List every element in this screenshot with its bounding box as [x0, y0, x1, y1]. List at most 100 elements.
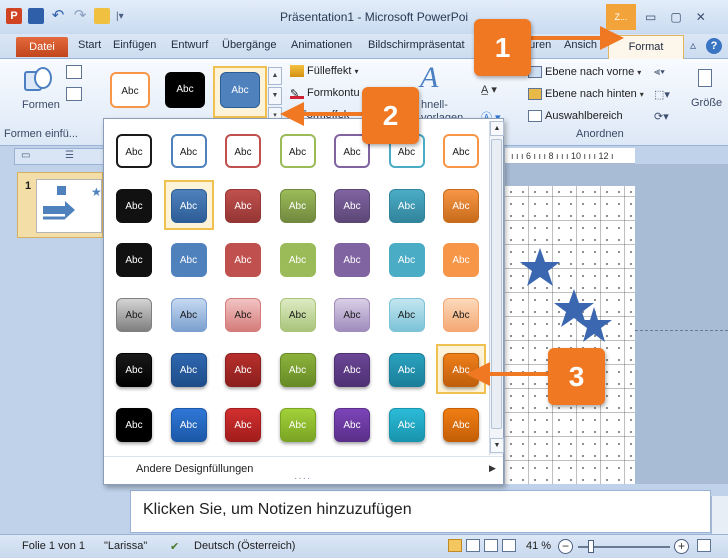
help-icon[interactable]: ?: [706, 38, 723, 54]
style-swatch-r4-c1[interactable]: Abc: [109, 289, 159, 339]
style-swatch-r2-c2[interactable]: Abc: [163, 179, 214, 230]
style-swatch-r1-c1[interactable]: Abc: [109, 125, 159, 175]
style-swatch-r3-c4[interactable]: Abc: [273, 234, 323, 284]
style-swatch-r2-c7[interactable]: Abc: [436, 180, 486, 230]
style-swatch-r4-c7[interactable]: Abc: [436, 289, 486, 339]
ribbon-minimize-icon[interactable]: ▵: [690, 38, 696, 54]
resize-grip-icon[interactable]: ····: [294, 473, 311, 484]
style-swatch-r4-c4[interactable]: Abc: [273, 289, 323, 339]
minimize-icon[interactable]: ▭: [645, 10, 656, 24]
wordart-icon[interactable]: A: [420, 61, 438, 95]
group-icon[interactable]: ⬚▾: [654, 88, 670, 101]
align-icon[interactable]: ⫷▾: [654, 66, 665, 79]
style-swatch-r6-c3[interactable]: Abc: [218, 399, 268, 449]
style-swatch-r5-c1[interactable]: Abc: [109, 344, 159, 394]
style-swatch-r2-c4[interactable]: Abc: [273, 180, 323, 230]
style-swatch-r1-c2[interactable]: Abc: [164, 125, 214, 175]
style-swatch-r6-c5[interactable]: Abc: [327, 399, 377, 449]
style-swatch-r2-c5[interactable]: Abc: [327, 180, 377, 230]
style-swatch-r5-c7[interactable]: Abc: [436, 343, 486, 394]
tab-start[interactable]: Start: [78, 39, 101, 51]
style-swatch-r4-c6[interactable]: Abc: [382, 289, 432, 339]
notes-pane[interactable]: Klicken Sie, um Notizen hinzuzufügen: [130, 490, 711, 533]
zoom-in-icon[interactable]: +: [674, 539, 689, 554]
style-swatch-r4-c5[interactable]: Abc: [327, 289, 377, 339]
zoom-out-icon[interactable]: −: [558, 539, 573, 554]
fit-window-icon[interactable]: [697, 539, 711, 552]
gallery-scroll-down-icon[interactable]: ▼: [490, 438, 504, 453]
maximize-icon[interactable]: ▢: [670, 10, 681, 24]
normal-view-icon[interactable]: [448, 539, 462, 552]
tab-slideshow[interactable]: Bildschirmpräsentat: [368, 39, 465, 51]
tab-file[interactable]: Datei: [16, 37, 68, 57]
selection-pane-button[interactable]: Auswahlbereich: [528, 110, 623, 122]
style-swatch-r3-c3[interactable]: Abc: [218, 234, 268, 284]
tab-view[interactable]: Ansich: [564, 39, 597, 51]
redo-icon[interactable]: ↷: [72, 8, 88, 24]
save-icon[interactable]: [28, 8, 44, 24]
style-swatch-r6-c7[interactable]: Abc: [436, 399, 486, 449]
text-fill-icon[interactable]: A̲ ▾: [481, 83, 497, 96]
style-swatch-r5-c6[interactable]: Abc: [382, 344, 432, 394]
gallery-scrollbar[interactable]: ▲ ▼: [489, 121, 504, 455]
style-swatch-r3-c1[interactable]: Abc: [109, 234, 159, 284]
tab-design[interactable]: Entwurf: [171, 39, 208, 51]
notes-scrollbar[interactable]: [711, 496, 728, 536]
style-swatch-r6-c4[interactable]: Abc: [273, 399, 323, 449]
language-indicator[interactable]: Deutsch (Österreich): [194, 540, 295, 552]
style-swatch-r2-c3[interactable]: Abc: [218, 180, 268, 230]
style-swatch-r2-c6[interactable]: Abc: [382, 180, 432, 230]
style-swatch-r3-c6[interactable]: Abc: [382, 234, 432, 284]
style-swatch-r1-c3[interactable]: Abc: [218, 125, 268, 175]
style-swatch-r4-c2[interactable]: Abc: [164, 289, 214, 339]
style-thumb-black[interactable]: Abc: [165, 72, 205, 108]
style-swatch-r2-c1[interactable]: Abc: [109, 180, 159, 230]
other-theme-fills-item[interactable]: Andere Designfüllungen: [136, 463, 253, 475]
outline-tab-icon[interactable]: ☰: [65, 150, 74, 161]
tab-insert[interactable]: Einfügen: [113, 39, 156, 51]
edit-shape-icon[interactable]: [66, 65, 82, 79]
slides-tab-icon[interactable]: ▭: [21, 150, 30, 161]
style-swatch-r5-c2[interactable]: Abc: [164, 344, 214, 394]
gallery-up-icon[interactable]: ▲: [268, 67, 282, 85]
spellcheck-icon[interactable]: ✔: [170, 540, 179, 553]
style-swatch-r5-c3[interactable]: Abc: [218, 344, 268, 394]
style-swatch-r3-c2[interactable]: Abc: [164, 234, 214, 284]
send-backward-button[interactable]: Ebene nach hinten ▾: [528, 88, 644, 100]
style-swatch-r1-c4[interactable]: Abc: [273, 125, 323, 175]
rotate-icon[interactable]: ⟳▾: [654, 110, 669, 123]
gallery-scroll-thumb[interactable]: [491, 139, 502, 429]
qat-customize-icon[interactable]: |▾: [116, 11, 124, 22]
style-swatch-r5-c4[interactable]: Abc: [273, 344, 323, 394]
shapes-icon[interactable]: [24, 67, 54, 93]
open-icon[interactable]: [94, 8, 110, 24]
style-swatch-r1-c7[interactable]: Abc: [436, 125, 486, 175]
style-swatch-r5-c5[interactable]: Abc: [327, 344, 377, 394]
style-swatch-r6-c1[interactable]: Abc: [109, 399, 159, 449]
gallery-down-icon[interactable]: ▼: [268, 87, 282, 105]
style-swatch-r3-c7[interactable]: Abc: [436, 234, 486, 284]
tab-animations[interactable]: Animationen: [291, 39, 352, 51]
theme-name[interactable]: "Larissa": [104, 540, 147, 552]
slideshow-icon[interactable]: [502, 539, 516, 552]
tab-format[interactable]: Format: [608, 35, 684, 60]
tab-transitions[interactable]: Übergänge: [222, 39, 276, 51]
style-swatch-r6-c2[interactable]: Abc: [164, 399, 214, 449]
bring-forward-button[interactable]: Ebene nach vorne ▾: [528, 66, 641, 78]
style-swatch-r6-c6[interactable]: Abc: [382, 399, 432, 449]
gallery-scroll-up-icon[interactable]: ▲: [490, 121, 504, 136]
style-swatch-r3-c5[interactable]: Abc: [327, 234, 377, 284]
shape-outline-button[interactable]: ✎ Formkontu: [290, 87, 360, 100]
text-box-icon[interactable]: [66, 87, 82, 101]
shape-fill-button[interactable]: Fülleffekt ▾: [290, 65, 358, 77]
app-icon[interactable]: P: [6, 8, 22, 24]
slide-sorter-icon[interactable]: [466, 539, 480, 552]
shapes-button[interactable]: Formen: [22, 99, 60, 111]
zoom-slider-thumb[interactable]: [588, 540, 594, 553]
undo-icon[interactable]: ↶: [50, 8, 66, 24]
style-thumb-blue[interactable]: Abc: [220, 72, 260, 108]
close-icon[interactable]: ✕: [696, 10, 706, 24]
reading-view-icon[interactable]: [484, 539, 498, 552]
style-swatch-r4-c3[interactable]: Abc: [218, 289, 268, 339]
size-button[interactable]: Größe: [691, 97, 722, 109]
